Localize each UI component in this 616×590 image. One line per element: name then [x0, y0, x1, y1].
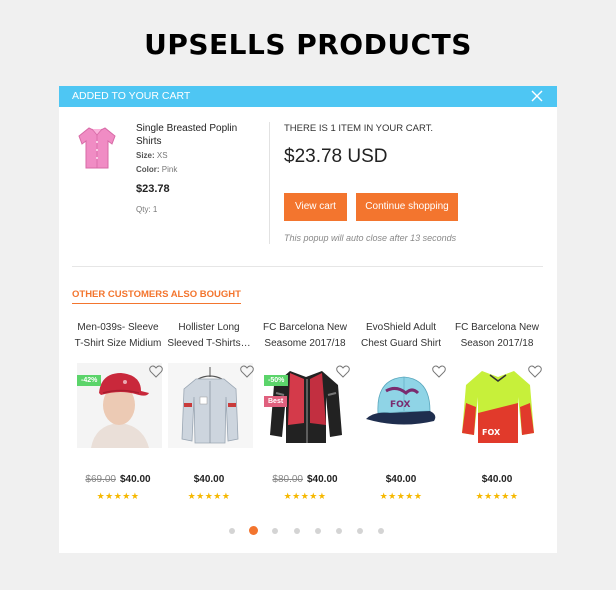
- close-icon: [531, 90, 543, 102]
- current-price: $40.00: [307, 474, 338, 485]
- rating-stars: ★★★★★: [475, 491, 519, 501]
- price-row: $40.00: [163, 474, 255, 485]
- close-button[interactable]: [531, 86, 547, 107]
- product-card[interactable]: Hollister Long Sleeved T-Shirts… $40.00 …: [163, 320, 255, 510]
- product-card[interactable]: Men-039s- Sleeve T-Shirt Size Midium -42…: [72, 320, 164, 510]
- page-heading: UPSELLS PRODUCTS: [144, 28, 472, 61]
- wishlist-heart-icon[interactable]: [240, 365, 254, 378]
- svg-text:FOX: FOX: [390, 400, 410, 410]
- current-price: $40.00: [193, 474, 225, 485]
- price-row: $40.00: [355, 474, 447, 485]
- card-title[interactable]: EvoShield Adult Chest Guard Shirt: [355, 320, 447, 352]
- card-title[interactable]: Men-039s- Sleeve T-Shirt Size Midium: [72, 320, 164, 352]
- product-card[interactable]: FC Barcelona New Season 2017/18 FOX $40.…: [451, 320, 543, 510]
- rating-stars: ★★★★★: [96, 491, 140, 501]
- product-size: Size: XS: [136, 151, 168, 160]
- also-bought-title: OTHER CUSTOMERS ALSO BOUGHT: [72, 289, 241, 304]
- current-price: $40.00: [120, 474, 151, 485]
- popup-title: ADDED TO YOUR CART: [72, 90, 191, 102]
- product-card[interactable]: FC Barcelona New Seasome 2017/18 -50% Be…: [259, 320, 351, 510]
- view-cart-button[interactable]: View cart: [284, 193, 347, 221]
- pagination-dot[interactable]: [229, 528, 235, 534]
- pagination-dot[interactable]: [336, 528, 342, 534]
- pagination-dot[interactable]: [357, 528, 363, 534]
- autoclose-text: This popup will auto close after 13 seco…: [284, 233, 457, 243]
- pagination-dot[interactable]: [315, 528, 321, 534]
- pagination-dot[interactable]: [272, 528, 278, 534]
- wishlist-heart-icon[interactable]: [528, 365, 542, 378]
- cart-count-text: THERE IS 1 ITEM IN YOUR CART.: [284, 123, 434, 134]
- color-value: Pink: [161, 165, 178, 174]
- svg-text:FOX: FOX: [482, 428, 501, 437]
- wishlist-heart-icon[interactable]: [149, 365, 163, 378]
- wishlist-heart-icon[interactable]: [432, 365, 446, 378]
- size-label: Size:: [136, 151, 155, 160]
- current-price: $40.00: [481, 474, 513, 485]
- current-price: $40.00: [385, 474, 417, 485]
- product-name[interactable]: Single Breasted Poplin Shirts: [136, 122, 261, 148]
- price-row: $80.00 $40.00: [259, 474, 351, 485]
- section-divider: [72, 266, 543, 267]
- card-title[interactable]: FC Barcelona New Season 2017/18: [451, 320, 543, 352]
- color-label: Color:: [136, 165, 160, 174]
- cart-total: $23.78 USD: [284, 146, 388, 167]
- vertical-divider: [269, 122, 270, 244]
- old-price: $69.00: [85, 474, 116, 485]
- rating-stars: ★★★★★: [187, 491, 231, 501]
- discount-badge: -42%: [77, 375, 102, 386]
- product-image[interactable]: [75, 124, 119, 172]
- product-color: Color: Pink: [136, 165, 177, 174]
- popup-header: ADDED TO YOUR CART: [59, 86, 557, 107]
- wishlist-heart-icon[interactable]: [336, 365, 350, 378]
- discount-badge: -50%: [264, 375, 289, 386]
- card-title[interactable]: Hollister Long Sleeved T-Shirts…: [163, 320, 255, 352]
- price-row: $69.00 $40.00: [72, 474, 164, 485]
- price-row: $40.00: [451, 474, 543, 485]
- pagination-dot-active[interactable]: [249, 526, 258, 535]
- product-qty: Qty: 1: [136, 205, 158, 214]
- card-title[interactable]: FC Barcelona New Seasome 2017/18: [259, 320, 351, 352]
- rating-stars: ★★★★★: [283, 491, 327, 501]
- pagination-dot[interactable]: [378, 528, 384, 534]
- product-card[interactable]: EvoShield Adult Chest Guard Shirt FOX $4…: [355, 320, 447, 510]
- pagination-dot[interactable]: [294, 528, 300, 534]
- continue-shopping-button[interactable]: Continue shopping: [356, 193, 458, 221]
- size-value: XS: [156, 151, 168, 160]
- added-to-cart-popup: ADDED TO YOUR CART Single Breasted Popli…: [59, 86, 557, 553]
- rating-stars: ★★★★★: [379, 491, 423, 501]
- product-price: $23.78: [136, 183, 170, 195]
- best-badge: Best: [264, 396, 288, 407]
- old-price: $80.00: [272, 474, 303, 485]
